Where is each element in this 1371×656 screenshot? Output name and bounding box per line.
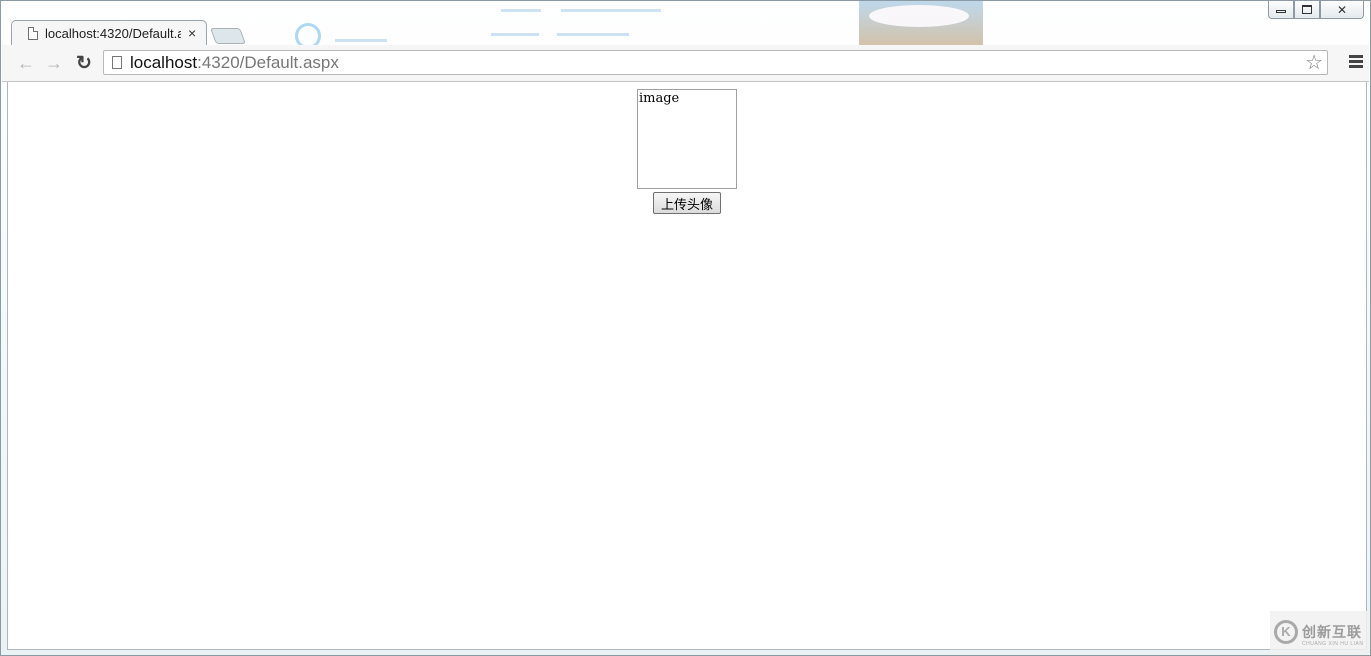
- browser-window: localhost:4320/Default.aspx × ✕ ← → ↻ lo…: [0, 0, 1371, 656]
- image-alt-text: image: [639, 91, 680, 106]
- page-viewport: image 上传头像: [7, 82, 1367, 650]
- minimize-icon: [1276, 10, 1286, 13]
- arrow-right-icon: →: [45, 52, 63, 73]
- url-text: localhost:4320/Default.aspx: [130, 53, 339, 73]
- tab-default-aspx[interactable]: localhost:4320/Default.aspx ×: [11, 20, 207, 46]
- hamburger-icon-bar: [1349, 60, 1363, 63]
- browser-menu-button[interactable]: [1349, 55, 1363, 69]
- url-path: :4320/Default.aspx: [197, 53, 339, 72]
- watermark-subtext: CHUANG XIN HU LIAN: [1302, 641, 1364, 647]
- page-icon: [28, 27, 38, 40]
- hamburger-icon-bar: [1349, 55, 1363, 58]
- close-icon[interactable]: ×: [188, 24, 196, 42]
- watermark-logo-icon: K: [1274, 620, 1298, 644]
- close-icon: ✕: [1336, 2, 1348, 17]
- hamburger-icon-bar: [1349, 65, 1363, 68]
- tab-title: localhost:4320/Default.aspx: [45, 26, 181, 41]
- tab-strip: localhost:4320/Default.aspx × ✕: [1, 1, 1370, 46]
- browser-toolbar: ← → ↻ localhost:4320/Default.aspx ☆: [2, 45, 1369, 82]
- maximize-icon: [1302, 5, 1312, 14]
- watermark-text: 创新互联: [1302, 625, 1362, 641]
- maximize-button[interactable]: [1294, 1, 1320, 19]
- arrow-left-icon: ←: [17, 52, 35, 73]
- reload-icon: ↻: [76, 52, 92, 74]
- close-window-button[interactable]: ✕: [1320, 1, 1364, 19]
- new-tab-button[interactable]: [210, 28, 246, 44]
- page-icon: [112, 56, 122, 69]
- back-button[interactable]: ←: [14, 51, 38, 75]
- watermark: K 创新互联 CHUANG XIN HU LIAN: [1270, 611, 1370, 655]
- bookmark-star-icon[interactable]: ☆: [1305, 51, 1323, 75]
- upload-avatar-button[interactable]: 上传头像: [653, 192, 721, 214]
- avatar-image-placeholder: image: [637, 89, 737, 189]
- window-controls: ✕: [1268, 1, 1364, 19]
- forward-button[interactable]: →: [42, 51, 66, 75]
- minimize-button[interactable]: [1268, 1, 1294, 19]
- reload-button[interactable]: ↻: [72, 51, 96, 75]
- url-host: localhost: [130, 53, 198, 72]
- address-bar[interactable]: localhost:4320/Default.aspx ☆: [103, 50, 1328, 75]
